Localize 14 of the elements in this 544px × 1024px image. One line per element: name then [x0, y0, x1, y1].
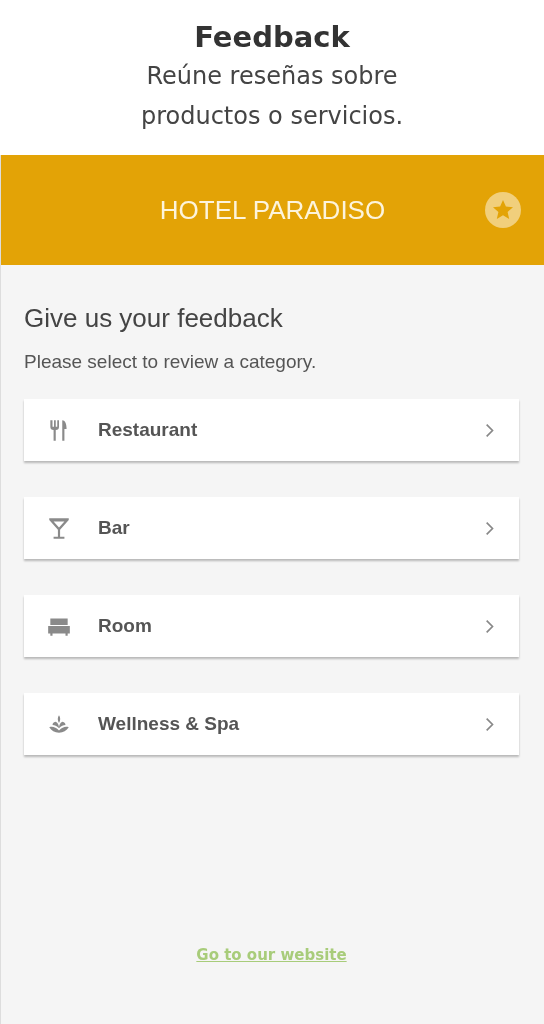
caption-subtitle: Reúne reseñas sobre productos o servicios.: [139, 61, 405, 132]
category-item[interactable]: Room: [24, 595, 519, 657]
category-item[interactable]: Bar: [24, 497, 519, 559]
caption-title: Feedback: [194, 19, 350, 56]
page-heading: Give us your feedback: [24, 303, 284, 334]
chevron-icon: [485, 422, 495, 438]
cocktail-glass-icon: [46, 515, 72, 541]
category-item[interactable]: Restaurant: [24, 399, 519, 461]
chevron-icon: [485, 618, 495, 634]
app-title: HOTEL PARADISO: [159, 194, 386, 226]
chevron-icon: [485, 520, 495, 536]
chevron-icon: [485, 716, 495, 732]
instruction-text: Please select to review a category.: [24, 351, 318, 373]
category-item[interactable]: Wellness & Spa: [24, 693, 519, 755]
